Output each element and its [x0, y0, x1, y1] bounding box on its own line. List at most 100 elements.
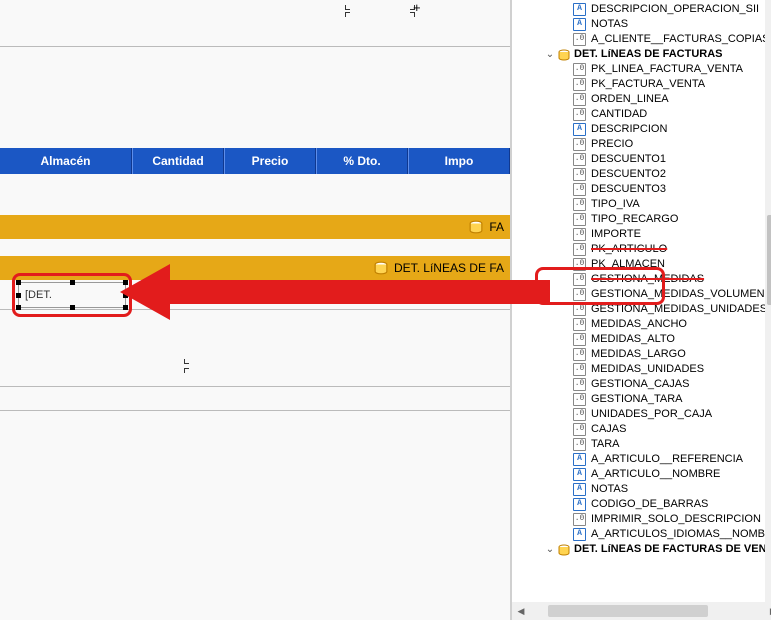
tree-item-tipo-recargo[interactable]: .0TIPO_RECARGO	[512, 212, 771, 227]
tree-item-a-articulo-nombre[interactable]: AA_ARTICULO__NOMBRE	[512, 467, 771, 482]
tree-item-pk-factura-venta[interactable]: .0PK_FACTURA_VENTA	[512, 77, 771, 92]
tree-item-gestiona-cajas[interactable]: .0GESTIONA_CAJAS	[512, 377, 771, 392]
numeric-field-icon: .0	[572, 348, 587, 361]
col-almacen: Almacén	[0, 148, 132, 174]
col-dto: % Dto.	[316, 148, 408, 174]
numeric-field-icon: .0	[572, 363, 587, 376]
text-field-icon: A	[572, 498, 587, 511]
expand-toggle-icon[interactable]: ⌄	[544, 542, 556, 557]
database-icon	[469, 220, 483, 234]
section-band-det-lineas-label: DET. LíNEAS DE FA	[394, 261, 504, 275]
tree-item-medidas-unidades[interactable]: .0MEDIDAS_UNIDADES	[512, 362, 771, 377]
text-field-icon: A	[572, 528, 587, 541]
numeric-field-icon: .0	[572, 138, 587, 151]
tree-item-descuento2[interactable]: .0DESCUENTO2	[512, 167, 771, 182]
horizontal-scrollbar[interactable]: ◀ ▶	[512, 602, 771, 620]
text-field-icon: A	[572, 453, 587, 466]
col-cantidad: Cantidad	[132, 148, 224, 174]
fields-tree[interactable]: ADESCRIPCION_OPERACION_SIIANOTAS.0A_CLIE…	[512, 2, 771, 557]
tree-item-a-cliente-facturas-copias[interactable]: .0A_CLIENTE__FACTURAS_COPIAS	[512, 32, 771, 47]
tree-item-cantidad[interactable]: .0CANTIDAD	[512, 107, 771, 122]
numeric-field-icon: .0	[572, 303, 587, 316]
tree-item-gestiona-tara[interactable]: .0GESTIONA_TARA	[512, 392, 771, 407]
selected-field-pk-almacen[interactable]: [DET.	[12, 273, 132, 317]
tree-item-unidades-por-caja[interactable]: .0UNIDADES_POR_CAJA	[512, 407, 771, 422]
numeric-field-icon: .0	[572, 408, 587, 421]
tree-item-precio[interactable]: .0PRECIO	[512, 137, 771, 152]
tree-item-tipo-iva[interactable]: .0TIPO_IVA	[512, 197, 771, 212]
tree-item-medidas-ancho[interactable]: .0MEDIDAS_ANCHO	[512, 317, 771, 332]
section-band-fa-label: FA	[489, 220, 504, 234]
text-field-icon: A	[572, 3, 587, 16]
numeric-field-icon: .0	[572, 513, 587, 526]
tree-item-descuento1[interactable]: .0DESCUENTO1	[512, 152, 771, 167]
database-icon	[558, 544, 570, 556]
numeric-field-icon: .0	[572, 423, 587, 436]
numeric-field-icon: .0	[572, 33, 587, 46]
scroll-right-icon[interactable]: ▶	[764, 602, 771, 620]
text-field-icon: A	[572, 468, 587, 481]
tree-item-det-l-neas-de-facturas[interactable]: ⌄DET. LíNEAS DE FACTURAS	[512, 47, 771, 62]
tree-item-imprimir-solo-descripcion[interactable]: .0IMPRIMIR_SOLO_DESCRIPCION	[512, 512, 771, 527]
tree-item-gestiona-medidas-unidades[interactable]: .0GESTIONA_MEDIDAS_UNIDADES	[512, 302, 771, 317]
tree-item-pk-almacen[interactable]: .0PK_ALMACEN	[512, 257, 771, 272]
tree-item-notas[interactable]: ANOTAS	[512, 17, 771, 32]
tree-item-pk-linea-factura-venta[interactable]: .0PK_LINEA_FACTURA_VENTA	[512, 62, 771, 77]
numeric-field-icon: .0	[572, 318, 587, 331]
numeric-field-icon: .0	[572, 288, 587, 301]
plus-marker: +	[413, 0, 421, 15]
database-icon	[374, 261, 388, 275]
database-icon	[558, 49, 570, 61]
tree-item-notas[interactable]: ANOTAS	[512, 482, 771, 497]
numeric-field-icon: .0	[572, 228, 587, 241]
tree-item-descripcion-operacion-sii[interactable]: ADESCRIPCION_OPERACION_SII	[512, 2, 771, 17]
tree-item-importe[interactable]: .0IMPORTE	[512, 227, 771, 242]
numeric-field-icon: .0	[572, 168, 587, 181]
text-field-icon: A	[572, 123, 587, 136]
numeric-field-icon: .0	[572, 378, 587, 391]
tree-item-cajas[interactable]: .0CAJAS	[512, 422, 771, 437]
tree-item-orden-linea[interactable]: .0ORDEN_LINEA	[512, 92, 771, 107]
numeric-field-icon: .0	[572, 183, 587, 196]
fields-panel: ADESCRIPCION_OPERACION_SIIANOTAS.0A_CLIE…	[510, 0, 771, 620]
field-placeholder-3[interactable]: ⌐[DET	[360, 282, 390, 308]
vertical-scrollbar[interactable]	[765, 0, 771, 602]
tree-item-det-l-neas-de-facturas-de-venta[interactable]: ⌄DET. LíNEAS DE FACTURAS DE VENTA	[512, 542, 771, 557]
tree-item-tara[interactable]: .0TARA	[512, 437, 771, 452]
text-field-icon: A	[572, 483, 587, 496]
tree-item-gestiona-medidas[interactable]: .0GESTIONA_MEDIDAS	[512, 272, 771, 287]
col-precio: Precio	[224, 148, 316, 174]
numeric-field-icon: .0	[572, 63, 587, 76]
scroll-left-icon[interactable]: ◀	[512, 602, 530, 620]
numeric-field-icon: .0	[572, 393, 587, 406]
tree-item-medidas-alto[interactable]: .0MEDIDAS_ALTO	[512, 332, 771, 347]
field-placeholder-2[interactable]: ⌐[DET	[300, 282, 330, 308]
tree-item-gestiona-medidas-volumen[interactable]: .0GESTIONA_MEDIDAS_VOLUMEN	[512, 287, 771, 302]
expand-toggle-icon[interactable]: ⌄	[544, 47, 556, 62]
numeric-field-icon: .0	[572, 258, 587, 271]
tree-item-medidas-largo[interactable]: .0MEDIDAS_LARGO	[512, 347, 771, 362]
col-importe: Impo	[408, 148, 510, 174]
tree-item-descripcion[interactable]: ADESCRIPCION	[512, 122, 771, 137]
numeric-field-icon: .0	[572, 153, 587, 166]
section-band-fa[interactable]: FA	[0, 215, 510, 239]
tree-item-codigo-de-barras[interactable]: ACODIGO_DE_BARRAS	[512, 497, 771, 512]
numeric-field-icon: .0	[572, 78, 587, 91]
tree-item-a-articulo-referencia[interactable]: AA_ARTICULO__REFERENCIA	[512, 452, 771, 467]
tree-item-a-articulos-idiomas-nombre[interactable]: AA_ARTICULOS_IDIOMAS__NOMBRE	[512, 527, 771, 542]
report-designer-canvas[interactable]: + Almacén Cantidad Precio % Dto. Impo FA…	[0, 0, 510, 620]
numeric-field-icon: .0	[572, 273, 587, 286]
numeric-field-icon: .0	[572, 198, 587, 211]
numeric-field-icon: .0	[572, 333, 587, 346]
numeric-field-icon: .0	[572, 213, 587, 226]
numeric-field-icon: .0	[572, 243, 587, 256]
tree-item-pk-articulo[interactable]: .0PK_ARTICULO	[512, 242, 771, 257]
text-field-icon: A	[572, 18, 587, 31]
numeric-field-icon: .0	[572, 438, 587, 451]
tree-item-descuento3[interactable]: .0DESCUENTO3	[512, 182, 771, 197]
column-header-row: Almacén Cantidad Precio % Dto. Impo	[0, 148, 510, 174]
numeric-field-icon: .0	[572, 108, 587, 121]
numeric-field-icon: .0	[572, 93, 587, 106]
field-placeholder-4[interactable]: ⌐[DET. LIN	[420, 282, 472, 308]
selected-field-label: [DET.	[25, 289, 52, 301]
